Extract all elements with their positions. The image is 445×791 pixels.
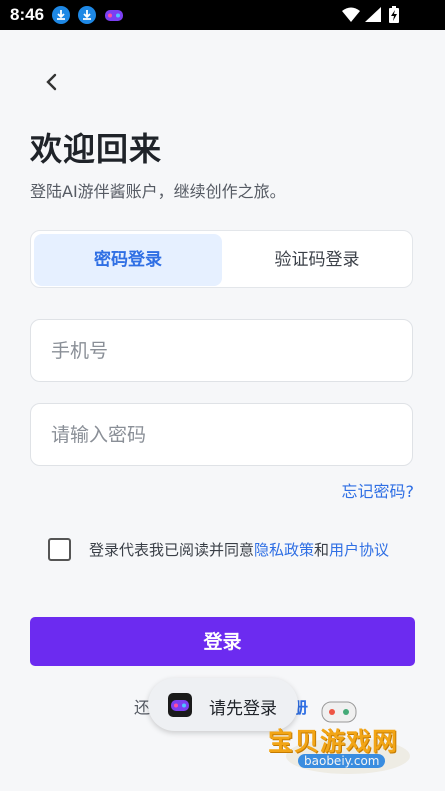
forgot-password-link[interactable]: 忘记密码? bbox=[342, 478, 415, 502]
privacy-policy-link[interactable]: 隐私政策 bbox=[254, 541, 314, 559]
login-mode-tabs: 密码登录 验证码登录 bbox=[30, 230, 413, 288]
user-agreement-link[interactable]: 用户协议 bbox=[329, 541, 389, 559]
login-button[interactable]: 登录 bbox=[30, 617, 415, 666]
signal-icon bbox=[365, 7, 381, 22]
watermark-logo: 宝贝游戏网 baobeiy.com bbox=[268, 696, 418, 776]
status-right-icons bbox=[341, 6, 411, 28]
status-bar: 8:46 bbox=[0, 0, 445, 30]
wifi-icon bbox=[342, 7, 360, 22]
battery-charging-icon bbox=[389, 6, 399, 23]
phone-input[interactable] bbox=[31, 320, 391, 381]
agreement-checkbox[interactable] bbox=[48, 538, 71, 561]
password-input[interactable] bbox=[31, 404, 391, 465]
game-app-icon bbox=[104, 7, 124, 23]
tab-code-login[interactable]: 验证码登录 bbox=[223, 234, 411, 286]
agreement-prefix: 登录代表我已阅读并同意 bbox=[89, 541, 255, 559]
phone-field-container bbox=[30, 319, 413, 382]
watermark-url: baobeiy.com bbox=[298, 754, 386, 768]
password-field-container bbox=[30, 403, 413, 466]
page-title: 欢迎回来 bbox=[30, 130, 163, 168]
status-time: 8:46 bbox=[10, 5, 45, 24]
page-subtitle: 登陆AI游伴酱账户，继续创作之旅。 bbox=[30, 182, 286, 201]
chevron-left-icon bbox=[46, 73, 57, 91]
download-icon bbox=[52, 6, 70, 24]
back-button[interactable] bbox=[40, 70, 64, 94]
app-logo-icon bbox=[168, 693, 192, 717]
tab-password-login[interactable]: 密码登录 bbox=[34, 234, 222, 286]
agreement-and: 和 bbox=[314, 541, 330, 559]
download-icon bbox=[78, 6, 96, 24]
toast-text: 请先登录 bbox=[209, 699, 277, 719]
watermark-text: 宝贝游戏网 bbox=[268, 727, 399, 756]
agreement-text: 登录代表我已阅读并同意隐私政策和用户协议 bbox=[89, 539, 389, 560]
